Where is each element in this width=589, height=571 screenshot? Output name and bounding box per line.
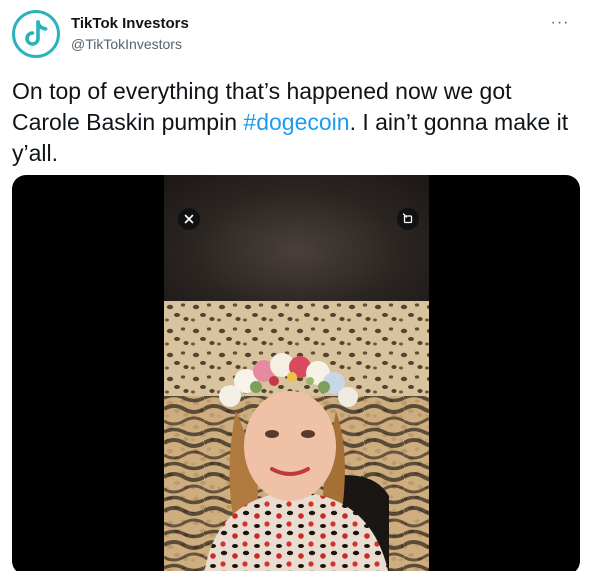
more-options-button[interactable]: ··· — [547, 12, 573, 34]
more-horizontal-icon: ··· — [550, 14, 570, 31]
author-name[interactable]: TikTok Investors — [71, 15, 189, 32]
video-frame-image — [164, 301, 429, 571]
video-player[interactable] — [164, 175, 429, 571]
tiktok-logo-icon — [25, 20, 48, 46]
tweet-card[interactable]: TikTok Investors @TikTokInvestors ··· On… — [0, 0, 589, 571]
close-video-button[interactable] — [178, 208, 200, 230]
close-icon — [184, 214, 194, 224]
video-dark-top — [164, 175, 429, 301]
expand-icon — [402, 213, 413, 224]
tweet-text: On top of everything that’s happened now… — [12, 76, 577, 169]
video-media[interactable] — [12, 175, 580, 571]
hashtag-link[interactable]: #dogecoin — [243, 109, 349, 135]
author-handle[interactable]: @TikTokInvestors — [71, 36, 182, 52]
avatar[interactable] — [12, 10, 60, 58]
expand-video-button[interactable] — [397, 208, 419, 230]
